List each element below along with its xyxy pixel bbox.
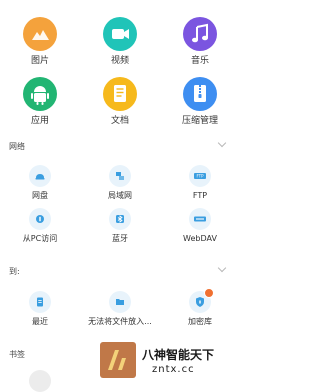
pc-access-icon <box>29 208 51 230</box>
category-archives-label: 压缩管理 <box>181 116 218 126</box>
network-item-label: 局域网 <box>108 191 132 200</box>
category-images[interactable]: 图片 <box>0 17 80 77</box>
bookmarks-section-title: 书签 <box>9 350 25 359</box>
shortcut-item-label: 最近 <box>32 317 48 326</box>
network-item-label: 网盘 <box>32 191 48 200</box>
network-item-label: WebDAV <box>183 234 217 243</box>
network-item-label: FTP <box>192 191 208 200</box>
lan-icon <box>109 165 131 187</box>
shortcuts-section-title: 到: <box>9 267 20 276</box>
archive-zip-icon <box>183 77 217 111</box>
network-item-label: 从PC访问 <box>22 234 58 243</box>
network-item-label: 蓝牙 <box>112 234 128 243</box>
shortcut-item-recent[interactable]: 最近 <box>0 291 80 331</box>
network-item-ftp[interactable]: FTP FTP <box>160 165 240 205</box>
video-camera-icon <box>103 17 137 51</box>
category-apps[interactable]: 应用 <box>0 77 80 137</box>
network-collapse-chevron-icon[interactable] <box>217 138 227 148</box>
category-images-label: 图片 <box>30 56 49 66</box>
category-apps-label: 应用 <box>30 116 49 126</box>
network-item-webdav[interactable]: WebDAV <box>160 208 240 248</box>
ftp-icon-text: FTP <box>196 174 204 179</box>
watermark-url: zntx.cc <box>152 364 195 375</box>
home-screen: 图片 视频 音乐 应用 文档 压缩管理 网络 网盘 局域网 FTP FTP 从P… <box>0 0 241 392</box>
shortcut-item-label: 加密库 <box>188 317 212 326</box>
network-section-title: 网络 <box>9 142 25 151</box>
network-item-cloud-drive[interactable]: 网盘 <box>0 165 80 205</box>
android-icon <box>23 77 57 111</box>
category-videos[interactable]: 视频 <box>80 17 160 77</box>
category-documents-label: 文档 <box>110 116 129 126</box>
network-item-lan[interactable]: 局域网 <box>80 165 160 205</box>
shortcuts-collapse-chevron-icon[interactable] <box>217 263 227 273</box>
webdav-icon <box>189 208 211 230</box>
ftp-icon: FTP <box>189 165 211 187</box>
category-documents[interactable]: 文档 <box>80 77 160 137</box>
shortcut-item-label: 无法将文件放入... <box>88 317 152 326</box>
recent-document-icon <box>29 291 51 313</box>
watermark: 八神智能天下 zntx.cc <box>94 340 241 392</box>
bookmark-folder-icon <box>29 370 51 392</box>
cloud-drive-icon <box>29 165 51 187</box>
category-music[interactable]: 音乐 <box>160 17 240 77</box>
category-archives[interactable]: 压缩管理 <box>160 77 240 137</box>
shortcut-item-vault[interactable]: 加密库 <box>160 288 240 331</box>
bluetooth-icon <box>109 208 131 230</box>
shortcut-item-folder[interactable]: 无法将文件放入... <box>80 291 160 331</box>
category-videos-label: 视频 <box>110 56 129 66</box>
mountain-picture-icon <box>23 17 57 51</box>
folder-icon <box>109 291 131 313</box>
category-grid: 图片 视频 音乐 应用 文档 压缩管理 <box>0 0 241 130</box>
document-icon <box>103 77 137 111</box>
music-note-icon <box>183 17 217 51</box>
watermark-title: 八神智能天下 <box>142 348 215 362</box>
encrypted-vault-icon <box>189 288 214 313</box>
watermark-logo-icon <box>100 342 136 378</box>
bookmark-item[interactable] <box>0 370 80 392</box>
category-music-label: 音乐 <box>190 56 209 66</box>
network-item-pc-access[interactable]: 从PC访问 <box>0 208 80 248</box>
vault-badge-icon <box>204 288 214 298</box>
network-item-bluetooth[interactable]: 蓝牙 <box>80 208 160 248</box>
